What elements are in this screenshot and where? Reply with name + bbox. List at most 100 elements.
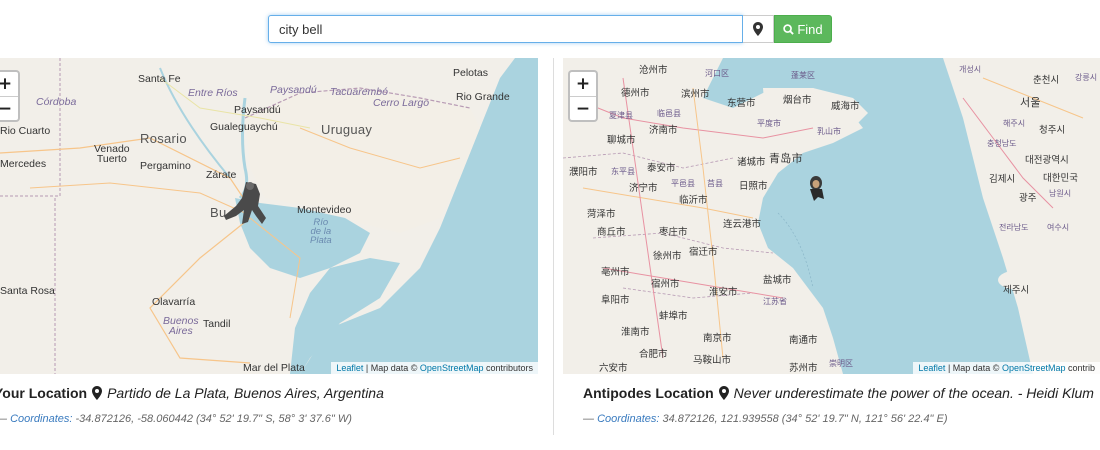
label-linyi-county: 临邑县: [657, 109, 681, 118]
left-map-attribution: Leaflet | Map data © OpenStreetMap contr…: [331, 362, 538, 374]
label-rizhao: 日照市: [739, 181, 768, 192]
coordinates-link[interactable]: Coordinates:: [10, 413, 72, 425]
label-entre-rios: Entre Ríos: [188, 87, 238, 99]
osm-link[interactable]: OpenStreetMap: [420, 363, 484, 373]
coords-dash: —: [0, 413, 7, 425]
label-bengbu: 蚌埠市: [659, 311, 688, 322]
label-gualeguaychu: Gualeguaychú: [210, 121, 278, 133]
label-nantong: 南通市: [789, 335, 818, 346]
label-huainan: 淮南市: [621, 327, 650, 338]
label-yancheng: 盐城市: [763, 275, 792, 286]
label-daejeon: 대전광역시: [1025, 155, 1069, 166]
antipodes-location-place: Never underestimate the power of the oce…: [733, 385, 1094, 401]
label-buenos-aires-prov: Buenos Aires: [163, 315, 199, 337]
antipodes-location-coordinates: — Coordinates: 34.872126, 121.939558 (34…: [583, 413, 948, 425]
label-chungcheong: 충청남도: [987, 139, 1017, 148]
label-lianyungang: 连云港市: [723, 219, 762, 230]
attribution-suffix: contrib: [1065, 363, 1095, 373]
label-tandil: Tandil: [203, 318, 231, 330]
find-button[interactable]: Find: [774, 15, 832, 43]
label-jeju: 제주시: [1003, 285, 1030, 296]
label-pingyi: 平邑县: [671, 179, 695, 188]
label-gangneung: 강릉시: [1075, 73, 1098, 82]
right-zoom-control: + −: [568, 70, 598, 122]
label-weihai: 威海市: [831, 101, 860, 112]
label-haeju: 해주시: [1003, 119, 1026, 128]
search-input[interactable]: [268, 15, 743, 43]
panel-divider: [553, 58, 554, 435]
label-liaocheng: 聊城市: [607, 135, 636, 146]
label-hefei: 合肥市: [639, 349, 668, 360]
label-suzhou: 宿州市: [651, 279, 680, 290]
label-seoul: 서울: [1020, 97, 1041, 109]
label-pingdu: 平度市: [757, 119, 781, 128]
right-map-attribution: Leaflet | Map data © OpenStreetMap contr…: [913, 362, 1100, 374]
label-tai-an: 泰安市: [647, 163, 676, 174]
label-juxian: 莒县: [707, 179, 723, 188]
label-olavarria: Olavarría: [152, 296, 196, 308]
label-daegu: 대한민국: [1043, 173, 1078, 184]
label-zaozhuang: 枣庄市: [659, 227, 688, 238]
your-location-coordinates: — Coordinates: -34.872126, -58.060442 (3…: [0, 413, 352, 425]
map-marker-icon: [753, 22, 763, 36]
antipodes-location-panel: 沧州市 河口区 蓬莱区 德州市 滨州市 东营市 烟台市 威海市 夏津县 临邑县 …: [563, 58, 1100, 425]
map-marker-icon: [718, 386, 729, 400]
zoom-in-button[interactable]: +: [570, 72, 596, 96]
label-bozhou: 亳州市: [601, 267, 630, 278]
attribution-text: | Map data ©: [945, 363, 1002, 373]
label-jining: 济宁市: [629, 183, 658, 194]
osm-link[interactable]: OpenStreetMap: [1002, 363, 1066, 373]
antipodes-location-map[interactable]: 沧州市 河口区 蓬莱区 德州市 滨州市 东营市 烟台市 威海市 夏津县 临邑县 …: [563, 58, 1100, 374]
label-rio-de-la-plata: Río de la Plata: [310, 217, 332, 246]
label-dongping: 东平县: [611, 167, 635, 176]
leaflet-link[interactable]: Leaflet: [918, 363, 945, 373]
label-gaeseong: 개성시: [959, 65, 982, 74]
coordinates-link[interactable]: Coordinates:: [597, 413, 659, 425]
coords-dash: —: [583, 413, 594, 425]
label-hekou: 河口区: [705, 69, 729, 78]
search-bar: Find: [268, 15, 832, 43]
label-rio-grande: Rio Grande: [456, 91, 510, 103]
label-gimje: 김제시: [989, 174, 1016, 185]
label-penglai: 蓬莱区: [791, 71, 815, 80]
label-santa-rosa: Santa Rosa: [0, 285, 55, 297]
label-rio-cuarto: Rio Cuarto: [0, 125, 51, 137]
leaflet-link[interactable]: Leaflet: [336, 363, 363, 373]
your-location-panel: Santa Fe Entre Ríos Paysandú Tacuarembó …: [0, 58, 538, 425]
label-montevideo: Montevideo: [297, 204, 352, 216]
label-huaian: 淮安市: [709, 287, 738, 298]
zoom-out-button[interactable]: −: [570, 96, 596, 120]
locate-button[interactable]: [743, 15, 774, 43]
label-zhucheng: 诸城市: [737, 157, 766, 168]
label-mercedes: Mercedes: [0, 158, 47, 170]
label-binzhou: 滨州市: [681, 89, 710, 100]
label-cangzhou: 沧州市: [639, 65, 668, 76]
label-cheongju: 청주시: [1039, 125, 1066, 136]
your-location-place: Partido de La Plata, Buenos Aires, Argen…: [107, 385, 384, 401]
label-liuan: 六安市: [599, 363, 628, 374]
label-cordoba: Córdoba: [36, 96, 77, 108]
label-shangqiu: 商丘市: [597, 227, 626, 238]
zoom-out-button[interactable]: −: [0, 96, 18, 120]
map-marker-icon: [92, 386, 103, 400]
attribution-text: | Map data ©: [363, 363, 420, 373]
label-jinan: 济南市: [649, 125, 678, 136]
label-jiangsu: 江苏省: [763, 297, 787, 306]
your-location-heading: Your Location Partido de La Plata, Bueno…: [0, 385, 384, 401]
label-dezhou: 德州市: [621, 88, 650, 99]
zoom-in-button[interactable]: +: [0, 72, 18, 96]
label-xiajin: 夏津县: [609, 111, 633, 120]
coords-value: 34.872126, 121.939558 (34° 52' 19.7" N, …: [662, 413, 948, 425]
label-mar-del-plata: Mar del Plata: [243, 362, 305, 374]
person-marker-icon[interactable]: [222, 180, 274, 226]
label-jeolla: 전라남도: [999, 223, 1029, 232]
label-rushan: 乳山市: [817, 127, 841, 136]
label-paysandu: Paysandú: [234, 104, 281, 116]
label-fuyang: 阜阳市: [601, 295, 630, 306]
person-marker-icon[interactable]: [806, 175, 826, 201]
label-venado-tuerto: Venado Tuerto: [94, 143, 130, 165]
label-xuzhou: 徐州市: [653, 251, 682, 262]
your-location-map[interactable]: Santa Fe Entre Ríos Paysandú Tacuarembó …: [0, 58, 538, 374]
coords-value: -34.872126, -58.060442 (34° 52' 19.7" S,…: [75, 413, 352, 425]
label-yeosu: 여수시: [1047, 223, 1070, 232]
